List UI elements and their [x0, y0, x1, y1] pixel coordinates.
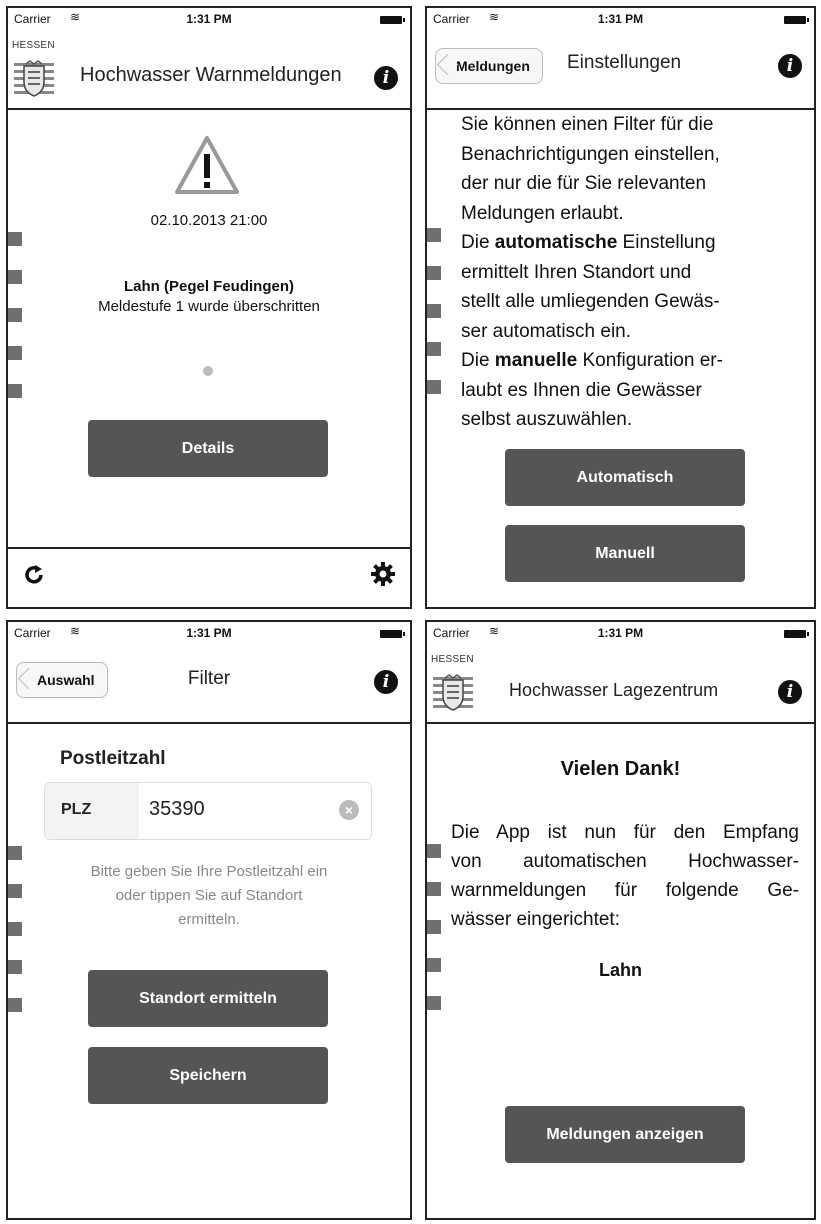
status-bar: Carrier ≋ 1:31 PM	[427, 622, 814, 644]
page-title: Einstellungen	[567, 52, 682, 73]
river-name: Lahn	[599, 960, 642, 980]
screen-einstellungen: Carrier ≋ 1:31 PM Meldungen Einstellunge…	[425, 6, 816, 609]
save-button[interactable]: Speichern	[88, 1047, 328, 1104]
plz-label: PLZ	[61, 801, 92, 818]
clock: 1:31 PM	[597, 12, 644, 26]
hessen-label: HESSEN	[431, 654, 474, 665]
info-icon[interactable]: i	[778, 54, 802, 78]
clear-icon[interactable]: ×	[339, 800, 359, 820]
warning-date: 02.10.2013 21:00	[150, 212, 268, 229]
warning-triangle-icon	[175, 136, 239, 194]
hessen-label: HESSEN	[12, 40, 55, 51]
station-name: Lahn (Pegel Feudingen)	[123, 278, 294, 295]
plz-value[interactable]: 35390	[149, 798, 205, 821]
confirmation-text: Die App ist nun für den Empfang von auto…	[451, 822, 799, 930]
show-messages-button[interactable]: Meldungen anzeigen	[505, 1106, 745, 1163]
refresh-icon[interactable]	[22, 563, 46, 587]
status-bar: Carrier ≋ 1:31 PM	[8, 8, 410, 30]
battery-icon	[784, 630, 809, 638]
battery-icon	[380, 630, 405, 638]
hessen-logo-icon	[433, 674, 473, 714]
side-marks	[8, 846, 22, 1036]
toolbar	[8, 547, 410, 607]
info-icon[interactable]: i	[374, 670, 398, 694]
side-marks	[8, 232, 22, 422]
status-bar: Carrier ≋ 1:31 PM	[427, 8, 814, 30]
hint-text: Bitte geben Sie Ihre Postleitzahl ein od…	[90, 863, 328, 928]
page-title: Hochwasser Lagezentrum	[509, 680, 719, 700]
hessen-logo-icon	[14, 60, 54, 100]
plz-field[interactable]: PLZ 35390 ×	[44, 782, 372, 840]
side-marks	[427, 228, 441, 418]
nav-bar: Auswahl Filter i	[8, 644, 410, 724]
nav-bar: HESSEN Hochwasser Warnmeldungen i	[8, 30, 410, 110]
page-title: Filter	[187, 668, 231, 689]
nav-bar: HESSEN Hochwasser Lagezentrum i	[427, 644, 814, 724]
nav-bar: Meldungen Einstellungen i	[427, 30, 814, 110]
settings-description: Sie können einen Filter für die Benachri…	[461, 114, 723, 430]
status-bar: Carrier ≋ 1:31 PM	[8, 622, 410, 644]
screen-lagezentrum: Carrier ≋ 1:31 PM HESSEN Hochwasser Lage…	[425, 620, 816, 1220]
clock: 1:31 PM	[186, 626, 232, 640]
section-label: Postleitzahl	[60, 748, 166, 769]
page-indicator-dot	[203, 366, 213, 376]
locate-button[interactable]: Standort ermitteln	[88, 970, 328, 1027]
back-button[interactable]: Meldungen	[435, 48, 543, 84]
screen-warnmeldungen: Carrier ≋ 1:31 PM HESSEN Hochwasser Warn…	[6, 6, 412, 609]
side-marks	[427, 844, 441, 1034]
info-icon[interactable]: i	[374, 66, 398, 90]
thank-you-heading: Vielen Dank!	[560, 758, 681, 780]
info-icon[interactable]: i	[778, 680, 802, 704]
screen-filter: Carrier ≋ 1:31 PM Auswahl Filter i Postl…	[6, 620, 412, 1220]
details-button[interactable]: Details	[88, 420, 328, 477]
battery-icon	[784, 16, 809, 24]
page-title: Hochwasser Warnmeldungen	[80, 64, 342, 86]
manual-button[interactable]: Manuell	[505, 525, 745, 582]
clock: 1:31 PM	[597, 626, 644, 640]
clock: 1:31 PM	[186, 12, 232, 26]
warning-message: Meldestufe 1 wurde überschritten	[98, 298, 320, 315]
gear-icon[interactable]	[370, 561, 396, 587]
automatic-button[interactable]: Automatisch	[505, 449, 745, 506]
battery-icon	[380, 16, 405, 24]
